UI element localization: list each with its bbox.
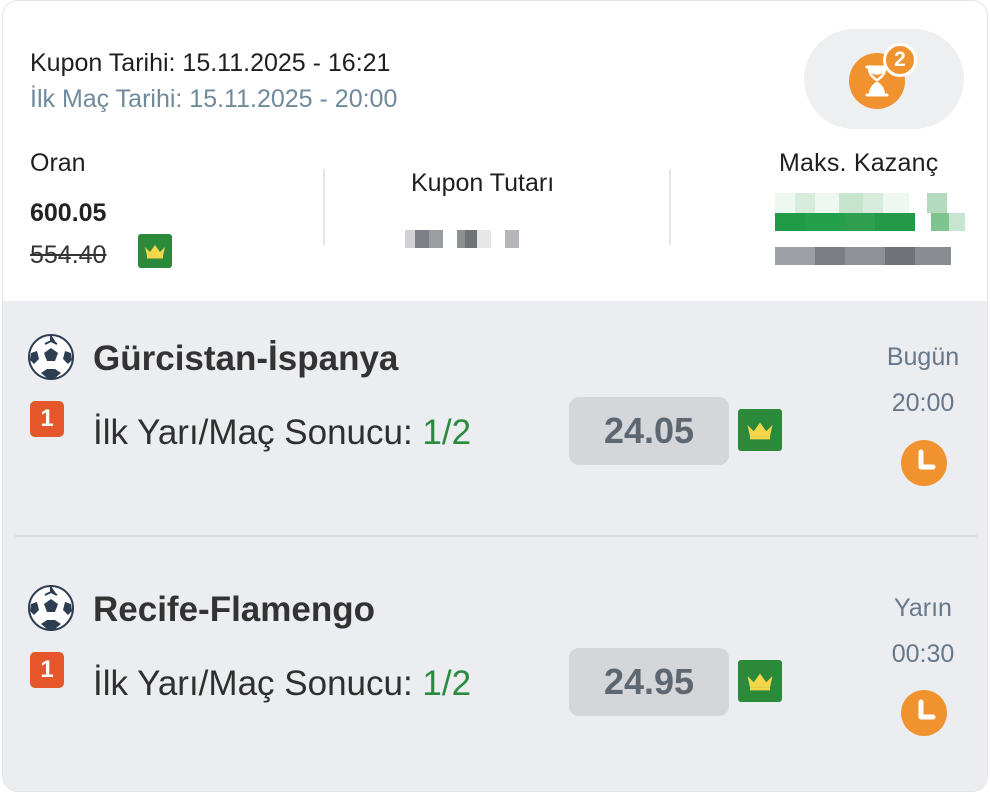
pick-number-badge: 1 — [30, 401, 64, 437]
max-win-value-blurred — [775, 193, 947, 213]
odds-old-value: 554.40 — [30, 241, 107, 269]
header-divider — [323, 169, 325, 245]
match-row[interactable]: Gürcistan-İspanya 1 İlk Yarı/Maç Sonucu:… — [3, 301, 987, 541]
header-divider — [669, 169, 671, 245]
match-time: 00:30 — [891, 640, 955, 668]
market-name: İlk Yarı/Maç Sonucu: — [93, 664, 423, 703]
matches-list: Gürcistan-İspanya 1 İlk Yarı/Maç Sonucu:… — [3, 301, 987, 791]
coupon-header: Kupon Tarihi: 15.11.2025 - 16:21 İlk Maç… — [3, 1, 987, 301]
coupon-date: Kupon Tarihi: 15.11.2025 - 16:21 — [30, 49, 391, 77]
stake-value-blurred — [405, 230, 519, 248]
odd-button[interactable]: 24.95 — [569, 648, 729, 716]
match-divider — [15, 535, 977, 537]
pick-number-badge: 1 — [30, 652, 64, 688]
soccer-ball-icon — [27, 333, 75, 381]
max-win-value-blurred — [775, 213, 965, 231]
timer-count-badge: 2 — [883, 43, 917, 77]
clock-icon — [901, 690, 947, 736]
stake-label: Kupon Tutarı — [411, 169, 555, 197]
market-label: İlk Yarı/Maç Sonucu: 1/2 — [93, 413, 471, 453]
crown-icon — [738, 660, 782, 702]
match-day: Bugün — [886, 343, 960, 371]
first-match-date: İlk Maç Tarihi: 15.11.2025 - 20:00 — [30, 85, 398, 113]
max-win-label: Maks. Kazanç — [779, 149, 939, 177]
market-label: İlk Yarı/Maç Sonucu: 1/2 — [93, 664, 471, 704]
odds-label: Oran — [30, 149, 86, 177]
max-win-subvalue-blurred — [775, 247, 951, 265]
match-row[interactable]: Recife-Flamengo 1 İlk Yarı/Maç Sonucu: 1… — [3, 551, 987, 791]
match-day: Yarın — [894, 594, 952, 622]
match-time: 20:00 — [891, 389, 955, 417]
coupon-card: Kupon Tarihi: 15.11.2025 - 16:21 İlk Maç… — [2, 0, 988, 792]
market-name: İlk Yarı/Maç Sonucu: — [93, 413, 423, 452]
market-selection: 1/2 — [422, 413, 472, 452]
odd-button[interactable]: 24.05 — [569, 397, 729, 465]
clock-icon — [901, 440, 947, 486]
crown-icon — [738, 409, 782, 451]
crown-icon — [138, 234, 172, 268]
soccer-ball-icon — [27, 584, 75, 632]
match-title: Recife-Flamengo — [93, 590, 375, 629]
odds-value: 600.05 — [30, 199, 107, 227]
match-title: Gürcistan-İspanya — [93, 339, 399, 378]
market-selection: 1/2 — [422, 664, 472, 703]
